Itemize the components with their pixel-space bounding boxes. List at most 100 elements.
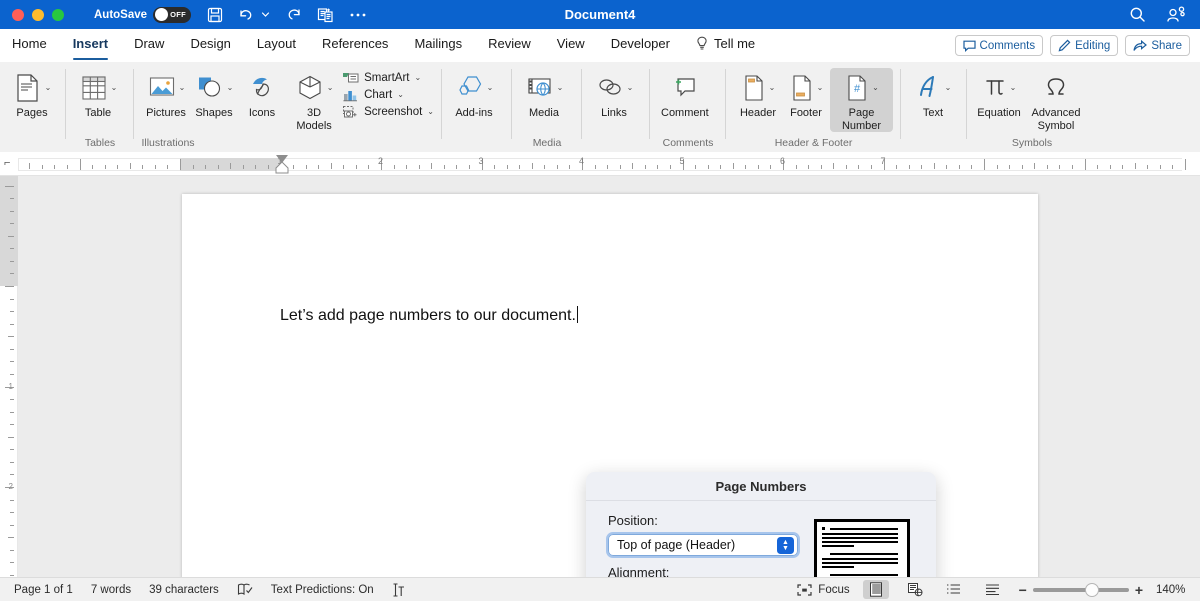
zoom-track[interactable] xyxy=(1033,588,1129,592)
zoom-handle[interactable] xyxy=(1085,583,1099,597)
zoom-level[interactable]: 140% xyxy=(1156,584,1190,596)
ribbon-item-text[interactable]: ⌄ Text xyxy=(909,68,957,120)
tab-label: Home xyxy=(12,36,47,51)
maximize-window-button[interactable] xyxy=(52,9,64,21)
tab-layout[interactable]: Layout xyxy=(257,29,296,62)
ribbon-item-smartart[interactable]: SmartArt ⌄ xyxy=(342,71,434,85)
zoom-in-button[interactable]: + xyxy=(1135,582,1143,598)
tab-label: View xyxy=(557,36,585,51)
zoom-slider[interactable]: − + xyxy=(1019,582,1143,598)
ribbon-item-footer[interactable]: ⌄ Footer xyxy=(782,68,830,120)
autosave-toggle[interactable]: OFF xyxy=(153,7,191,23)
web-layout-icon[interactable] xyxy=(902,580,928,599)
tab-view[interactable]: View xyxy=(557,29,585,62)
ribbon-item-3d-models[interactable]: ⌄ 3D Models xyxy=(286,68,342,132)
tab-design[interactable]: Design xyxy=(190,29,230,62)
ribbon-item-label: Page Number xyxy=(833,107,890,132)
word-count[interactable]: 7 words xyxy=(91,584,131,596)
minimize-window-button[interactable] xyxy=(32,9,44,21)
ribbon-group-text: ⌄ Text xyxy=(901,62,967,152)
draft-icon[interactable] xyxy=(980,580,1006,599)
chevron-down-icon[interactable]: ⌄ xyxy=(414,74,421,82)
ribbon-item-add-ins[interactable]: ⌄ Add-ins xyxy=(450,68,498,120)
text-predictions-status[interactable]: Text Predictions: On xyxy=(271,584,374,596)
share-label: Share xyxy=(1151,40,1182,52)
tab-label: References xyxy=(322,36,388,51)
indent-marker-bottom[interactable] xyxy=(275,162,289,174)
chevron-down-icon[interactable]: ⌄ xyxy=(817,84,824,92)
focus-button[interactable]: Focus xyxy=(797,584,849,596)
chevron-down-icon[interactable]: ⌄ xyxy=(179,84,186,92)
tab-mailings[interactable]: Mailings xyxy=(414,29,462,62)
zoom-out-button[interactable]: − xyxy=(1019,582,1027,598)
ribbon-item-media[interactable]: ⌄ Media xyxy=(520,68,568,120)
advanced-symbol-icon xyxy=(1043,70,1069,106)
position-dropdown[interactable]: Top of page (Header) ▲ ▼ xyxy=(608,534,798,556)
ribbon-item-pages[interactable]: ⌄ Pages xyxy=(8,68,56,120)
tab-developer[interactable]: Developer xyxy=(611,29,670,62)
chevron-down-icon[interactable]: ⌄ xyxy=(487,84,494,92)
redo-icon[interactable] xyxy=(285,7,302,23)
tab-references[interactable]: References xyxy=(322,29,388,62)
chevron-down-icon[interactable]: ⌄ xyxy=(111,84,118,92)
ribbon-item-pictures[interactable]: ⌄ Pictures xyxy=(142,68,190,120)
character-count[interactable]: 39 characters xyxy=(149,584,219,596)
comments-button[interactable]: Comments xyxy=(955,35,1044,56)
chevron-down-icon[interactable]: ⌄ xyxy=(1010,84,1017,92)
ribbon-item-advanced-symbol[interactable]: Advanced Symbol xyxy=(1023,68,1089,132)
save-icon[interactable] xyxy=(207,7,223,23)
share-button[interactable]: Share xyxy=(1125,35,1190,56)
page-count[interactable]: Page 1 of 1 xyxy=(14,584,73,596)
chevron-down-icon[interactable]: ⌄ xyxy=(769,84,776,92)
chevron-down-icon[interactable]: ⌄ xyxy=(397,91,404,99)
tab-tell-me[interactable]: Tell me xyxy=(696,29,755,62)
account-icon[interactable] xyxy=(1166,6,1186,23)
header-icon xyxy=(741,70,767,106)
print-layout-icon[interactable] xyxy=(863,580,889,599)
ribbon-item-chart[interactable]: Chart ⌄ xyxy=(342,88,434,102)
ribbon-item-table[interactable]: ⌄ Table xyxy=(74,68,122,120)
tab-home[interactable]: Home xyxy=(12,29,47,62)
accessibility-icon[interactable] xyxy=(392,583,405,597)
chevron-down-icon[interactable]: ⌄ xyxy=(327,84,334,92)
chevron-down-icon[interactable]: ⌄ xyxy=(945,84,952,92)
chevron-down-icon[interactable]: ⌄ xyxy=(627,84,634,92)
editing-button[interactable]: Editing xyxy=(1050,35,1118,56)
ribbon-group-addins: ⌄ Add-ins xyxy=(442,62,512,152)
document-text[interactable]: Let’s add page numbers to our document. xyxy=(280,306,578,325)
ribbon-item-label: Text xyxy=(923,107,943,120)
ribbon-item-icons[interactable]: Icons xyxy=(238,68,286,120)
chevron-down-icon[interactable]: ⌄ xyxy=(45,84,52,92)
chevron-down-icon[interactable]: ⌄ xyxy=(872,84,879,92)
search-icon[interactable] xyxy=(1129,6,1146,23)
ribbon-item-equation[interactable]: ⌄ Equation xyxy=(975,68,1023,120)
autosave-control[interactable]: AutoSave OFF xyxy=(94,7,191,23)
close-window-button[interactable] xyxy=(12,9,24,21)
chevron-down-icon[interactable]: ⌄ xyxy=(227,84,234,92)
tab-insert[interactable]: Insert xyxy=(73,29,108,62)
document-paragraph: Let’s add page numbers to our document. xyxy=(280,307,576,324)
tab-stop-indicator[interactable]: ⌐ xyxy=(4,157,10,169)
chevron-down-icon[interactable]: ⌄ xyxy=(427,108,434,116)
ribbon-item-comment[interactable]: Comment xyxy=(658,68,712,120)
ribbon-item-screenshot[interactable]: Screenshot ⌄ xyxy=(342,105,434,119)
vertical-ruler[interactable]: 12 xyxy=(0,176,18,577)
proofing-icon[interactable] xyxy=(237,583,253,596)
tab-review[interactable]: Review xyxy=(488,29,531,62)
horizontal-ruler[interactable]: ⌐ 1234567 xyxy=(0,152,1200,176)
clipboard-icon[interactable] xyxy=(317,7,334,23)
outline-icon[interactable] xyxy=(941,580,967,599)
undo-dropdown-icon[interactable] xyxy=(261,10,270,19)
ribbon-item-header[interactable]: ⌄ Header xyxy=(734,68,782,120)
ribbon-item-page-number[interactable]: # ⌄ Page Number xyxy=(830,68,893,132)
stepper-icon[interactable]: ▲ ▼ xyxy=(777,537,794,554)
chevron-down-icon[interactable]: ⌄ xyxy=(557,84,564,92)
ribbon-item-shapes[interactable]: ⌄ Shapes xyxy=(190,68,238,120)
ribbon-item-links[interactable]: ⌄ Links xyxy=(590,68,638,120)
more-options-icon[interactable] xyxy=(349,12,367,18)
ribbon-item-label: Pictures xyxy=(146,107,186,120)
autosave-state-label: OFF xyxy=(170,10,186,19)
tab-draw[interactable]: Draw xyxy=(134,29,164,62)
focus-label: Focus xyxy=(818,584,849,596)
undo-icon[interactable] xyxy=(238,7,255,23)
